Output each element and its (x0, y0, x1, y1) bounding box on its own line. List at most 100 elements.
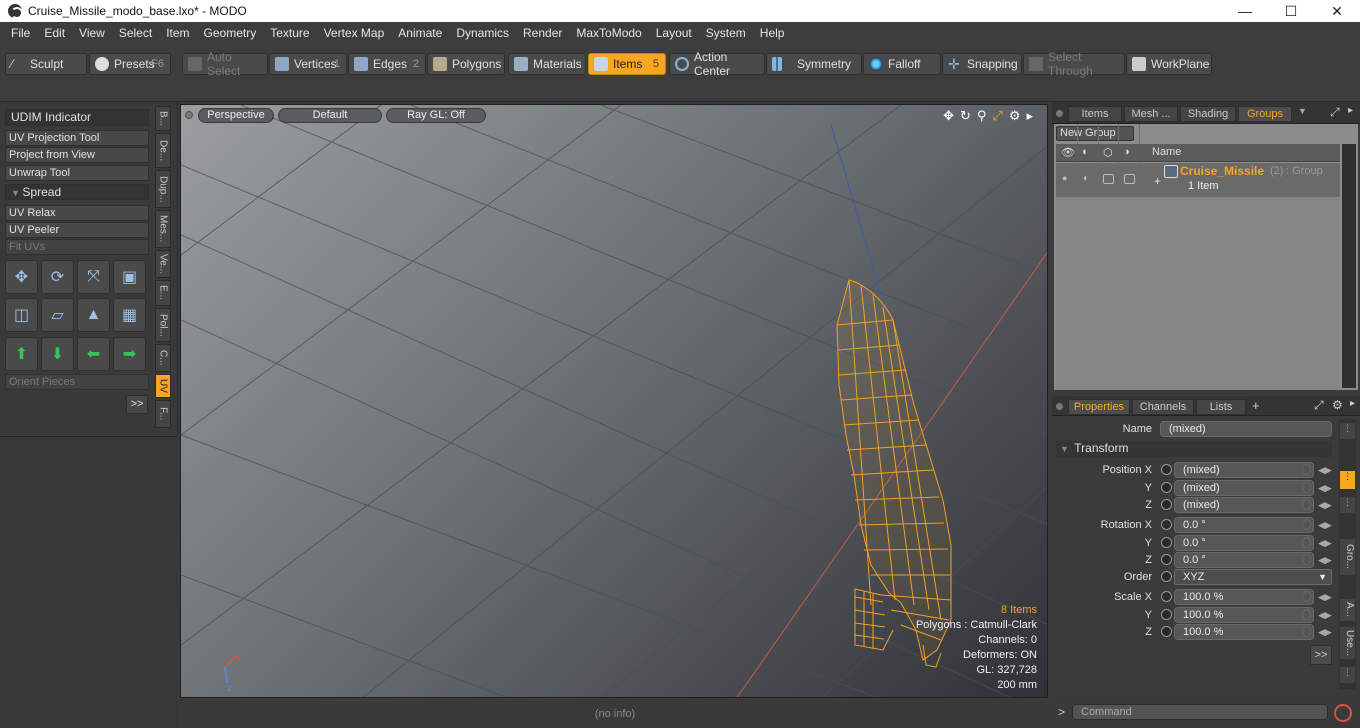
uv-cylinder-icon[interactable]: ◫ (5, 298, 38, 332)
sculpt-button[interactable]: ⁄ Sculpt (5, 53, 87, 75)
side-tab-dots-1[interactable]: ⋮ (1340, 423, 1355, 439)
row-select-icon[interactable] (1124, 174, 1135, 184)
align-left-icon[interactable]: ⬅ (77, 337, 110, 371)
shading-default-button[interactable]: Default (278, 108, 382, 123)
viewport-settings-icon[interactable]: ⚙ (1009, 108, 1021, 124)
project-from-view-button[interactable]: Project from View (5, 147, 149, 163)
perspective-view-button[interactable]: Perspective (198, 108, 274, 123)
polygons-button[interactable]: Polygons (427, 53, 505, 75)
side-tab-dots-2[interactable]: ⋮ (1340, 497, 1355, 513)
panel-menu-dot-icon[interactable] (1056, 110, 1063, 117)
row-visibility-icon[interactable]: ● (1062, 173, 1067, 183)
uv-sphere-icon[interactable]: ▦ (113, 298, 146, 332)
position-y-field[interactable]: (mixed) (1174, 480, 1314, 496)
side-tab-a[interactable]: A... (1340, 599, 1355, 621)
rotation-z-spin-icon[interactable]: ◀▶ (1318, 553, 1332, 567)
position-x-spin-icon[interactable]: ◀▶ (1318, 463, 1332, 477)
tab-curve[interactable]: C... (155, 344, 171, 372)
align-up-icon[interactable]: ⬆ (5, 337, 38, 371)
presets-button[interactable]: Presets F6 (89, 53, 171, 75)
row-lock-icon[interactable] (1103, 174, 1114, 184)
tab-items[interactable]: Items (1068, 106, 1122, 122)
rotation-y-keyframe-icon[interactable] (1161, 537, 1172, 548)
name-field[interactable]: (mixed) (1160, 421, 1332, 437)
tab-basic[interactable]: B... (155, 106, 171, 131)
props-menu-dot-icon[interactable] (1056, 403, 1063, 410)
menu-file[interactable]: File (4, 26, 37, 40)
scale-x-field[interactable]: 100.0 % (1174, 589, 1314, 605)
side-tab-active[interactable]: ⋮ (1340, 471, 1355, 489)
tab-edge[interactable]: E... (155, 280, 171, 306)
action-center-button[interactable]: Action Center (669, 50, 765, 78)
rotate-view-icon[interactable]: ↻ (960, 108, 971, 124)
groups-scrollbar[interactable] (1342, 144, 1356, 388)
snapping-button[interactable]: ✛ Snapping (942, 53, 1022, 75)
tab-vertex[interactable]: Ve... (155, 250, 171, 278)
rotation-x-spin-icon[interactable]: ◀▶ (1318, 518, 1332, 532)
rotation-z-keyframe-icon[interactable] (1161, 554, 1172, 565)
maximize-button[interactable]: ☐ (1268, 0, 1314, 22)
tab-properties[interactable]: Properties (1068, 399, 1130, 415)
position-y-keyframe-icon[interactable] (1161, 482, 1172, 493)
uv-relax-button[interactable]: UV Relax (5, 205, 149, 221)
new-group-button[interactable]: New Group (1056, 126, 1134, 141)
uv-scale-icon[interactable]: ⤧ (77, 260, 110, 294)
scale-z-keyframe-icon[interactable] (1161, 626, 1172, 637)
items-button[interactable]: Items 5 (588, 53, 666, 75)
side-tab-user[interactable]: Use... (1340, 627, 1355, 659)
uv-pyramid-icon[interactable]: ▲ (77, 298, 110, 332)
tab-mesh-edit[interactable]: Mes... (155, 210, 171, 248)
tab-mesh[interactable]: Mesh ... (1124, 106, 1178, 122)
symmetry-button[interactable]: Symmetry (766, 53, 862, 75)
position-y-spin-icon[interactable]: ◀▶ (1318, 481, 1332, 495)
ray-gl-button[interactable]: Ray GL: Off (386, 108, 486, 123)
rotation-x-keyframe-icon[interactable] (1161, 519, 1172, 530)
scale-z-field[interactable]: 100.0 % (1174, 624, 1314, 640)
rotation-y-spin-icon[interactable]: ◀▶ (1318, 536, 1332, 550)
spread-section[interactable]: ▼ Spread (5, 184, 149, 200)
tab-duplicate[interactable]: Dup... (155, 170, 171, 208)
menu-vertex-map[interactable]: Vertex Map (317, 26, 392, 40)
menu-dynamics[interactable]: Dynamics (449, 26, 516, 40)
unwrap-tool-button[interactable]: Unwrap Tool (5, 165, 149, 181)
fit-view-icon[interactable]: ⤢ (992, 108, 1002, 124)
close-button[interactable]: ✕ (1314, 0, 1360, 22)
menu-maxtomodo[interactable]: MaxToModo (569, 26, 648, 40)
scale-x-spin-icon[interactable]: ◀▶ (1318, 590, 1332, 604)
menu-system[interactable]: System (699, 26, 753, 40)
command-input[interactable]: Command (1072, 704, 1328, 720)
expand-plus-icon[interactable]: + (1154, 174, 1161, 188)
menu-edit[interactable]: Edit (37, 26, 72, 40)
menu-animate[interactable]: Animate (391, 26, 449, 40)
minimize-button[interactable]: — (1222, 0, 1268, 22)
scale-x-keyframe-icon[interactable] (1161, 591, 1172, 602)
rotation-x-field[interactable]: 0.0 ° (1174, 517, 1314, 533)
props-more-button[interactable]: >> (1310, 645, 1332, 665)
select-through-button[interactable]: Select Through (1023, 50, 1125, 78)
menu-view[interactable]: View (72, 26, 112, 40)
position-z-spin-icon[interactable]: ◀▶ (1318, 498, 1332, 512)
side-tab-groups[interactable]: Gro... (1340, 539, 1355, 575)
position-x-field[interactable]: (mixed) (1174, 462, 1314, 478)
select-col-icon[interactable]: ◑ (1123, 146, 1130, 158)
props-settings-icon[interactable]: ⚙ (1332, 398, 1343, 412)
menu-texture[interactable]: Texture (263, 26, 316, 40)
render-col-icon[interactable]: ◐ (1082, 146, 1089, 158)
falloff-button[interactable]: Falloff (863, 53, 941, 75)
visibility-col-icon[interactable]: 👁 (1061, 146, 1075, 159)
uv-box-icon[interactable]: ▣ (113, 260, 146, 294)
3d-viewport[interactable]: x z Perspective Default Ray GL: Off ✥ ↻ … (180, 104, 1048, 698)
menu-layout[interactable]: Layout (649, 26, 699, 40)
uv-peeler-button[interactable]: UV Peeler (5, 222, 149, 238)
align-right-icon[interactable]: ➡ (113, 337, 146, 371)
transform-section[interactable]: ▼ Transform (1056, 441, 1332, 457)
tab-lists[interactable]: Lists (1196, 399, 1246, 415)
scale-y-field[interactable]: 100.0 % (1174, 607, 1314, 623)
tab-fusion[interactable]: F... (155, 400, 171, 428)
align-down-icon[interactable]: ⬇ (41, 337, 74, 371)
uv-plane-icon[interactable]: ▱ (41, 298, 74, 332)
row-render-icon[interactable]: ◐ (1083, 173, 1089, 184)
menu-render[interactable]: Render (516, 26, 569, 40)
vertices-button[interactable]: Vertices 1 (269, 53, 347, 75)
tab-shading[interactable]: Shading (1180, 106, 1236, 122)
